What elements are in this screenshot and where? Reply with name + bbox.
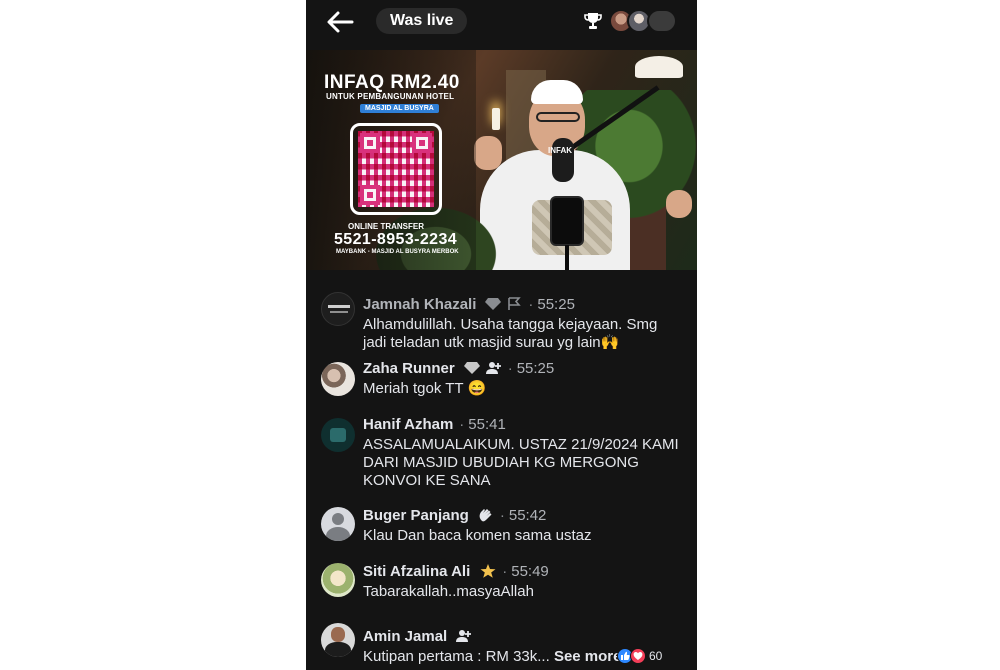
commenter-avatar[interactable] xyxy=(321,507,355,541)
comment-line: Meriah tgok TT 😄 xyxy=(363,380,487,397)
commenter-avatar[interactable] xyxy=(321,418,355,452)
comment-time: 55:25 xyxy=(516,359,555,377)
follower-badge-icon xyxy=(456,630,472,642)
commenter-name[interactable]: Jamnah Khazali xyxy=(363,296,476,313)
separator-dot: · xyxy=(499,506,505,524)
viewer-avatars[interactable] xyxy=(609,9,681,35)
speaker-hand xyxy=(474,136,502,170)
comment-line: ASSALAMUALAIKUM. USTAZ 21/9/2024 KAMI xyxy=(363,436,679,453)
commenter-avatar[interactable] xyxy=(321,563,355,597)
separator-dot: · xyxy=(459,415,465,433)
commenter-avatar[interactable] xyxy=(321,623,355,657)
infaq-subtitle: UNTUK PEMBANGUNAN HOTEL xyxy=(326,92,455,101)
was-live-label: Was live xyxy=(376,8,468,34)
commenter-name[interactable]: Siti Afzalina Ali xyxy=(363,563,470,580)
diamond-badge-icon xyxy=(485,298,502,310)
speaker-hand xyxy=(666,190,692,218)
separator-dot: · xyxy=(502,562,508,580)
recording-phone xyxy=(550,196,584,246)
comment-line: Tabarakallah..masyaAllah xyxy=(363,583,534,600)
commenter-name[interactable]: Amin Jamal xyxy=(363,628,447,645)
comment-line: Kutipan pertama : RM 33k... xyxy=(363,648,550,665)
comment-header: Amin Jamal xyxy=(363,626,472,646)
live-video-screen: Was live INFAK INFAQ RM2.40 UNTUK PEMBAN… xyxy=(306,0,697,670)
comment-line: KONVOI KE SANA xyxy=(363,472,491,489)
comment-header: Hanif Azham · 55:41 xyxy=(363,414,506,434)
comment-text: Klau Dan baca komen sama ustaz xyxy=(363,527,683,545)
account-number: 5521-8953-2234 xyxy=(334,231,458,248)
see-more-link[interactable]: See more xyxy=(554,648,622,665)
transfer-label: ONLINE TRANSFER xyxy=(348,222,424,231)
comment-text: ASSALAMUALAIKUM. USTAZ 21/9/2024 KAMI DA… xyxy=(363,436,683,490)
commenter-avatar[interactable] xyxy=(321,362,355,396)
comment-header: Siti Afzalina Ali · 55:49 xyxy=(363,561,549,581)
comment-time: 55:25 xyxy=(537,295,575,313)
microphone xyxy=(552,138,574,182)
comment-time: 55:49 xyxy=(511,562,549,580)
commenter-name[interactable]: Zaha Runner xyxy=(363,360,455,377)
comment-line: Alhamdulillah. Usaha tangga kejayaan. Sm… xyxy=(363,316,658,333)
separator-dot: · xyxy=(528,295,534,313)
qr-finder xyxy=(360,185,380,205)
video-lamp xyxy=(635,56,683,78)
commenter-name[interactable]: Hanif Azham xyxy=(363,416,453,433)
flag-badge-icon xyxy=(508,297,522,310)
phone-stand xyxy=(565,245,569,270)
top-bar: Was live xyxy=(306,0,697,46)
live-video-player[interactable]: INFAK INFAQ RM2.40 UNTUK PEMBANGUNAN HOT… xyxy=(306,50,697,270)
speaker-cap xyxy=(531,80,583,104)
comment-text: Meriah tgok TT 😄 xyxy=(363,380,683,398)
commenter-name[interactable]: Buger Panjang xyxy=(363,507,469,524)
comment-line: DARI MASJID UBUDIAH KG MERGONG xyxy=(363,454,639,471)
comment-header: Buger Panjang · 55:42 xyxy=(363,505,546,525)
bank-line: MAYBANK - MASJID AL BUSYRA MERBOK xyxy=(336,249,459,255)
comment-header: Zaha Runner · 55:25 xyxy=(363,358,554,378)
comment-text: Tabarakallah..masyaAllah xyxy=(363,583,683,601)
mic-label: INFAK xyxy=(548,146,572,155)
comment-time: 55:41 xyxy=(468,415,506,433)
star-badge-icon xyxy=(480,564,496,578)
separator-dot: · xyxy=(507,359,513,377)
trophy-icon[interactable] xyxy=(583,11,603,31)
qr-finder xyxy=(360,133,380,153)
video-candle xyxy=(492,108,500,130)
comment-text: Alhamdulillah. Usaha tangga kejayaan. Sm… xyxy=(363,316,683,352)
viewer-avatar xyxy=(647,9,677,33)
clap-badge-icon xyxy=(479,509,492,522)
love-reaction-icon xyxy=(630,648,646,664)
diamond-badge-icon xyxy=(463,362,480,374)
speaker-glasses xyxy=(536,112,580,122)
reaction-count: 60 xyxy=(649,649,663,663)
follower-badge-icon xyxy=(485,362,501,374)
comment-line: jadi teladan utk masjid surau yg lain🙌 xyxy=(363,334,620,351)
comment-time: 55:42 xyxy=(508,506,547,524)
commenter-avatar[interactable] xyxy=(321,292,355,326)
infaq-title: INFAQ RM2.40 xyxy=(324,72,460,93)
comment-line: Klau Dan baca komen sama ustaz xyxy=(363,527,592,544)
comment-header: Jamnah Khazali · 55:25 xyxy=(363,294,575,314)
reaction-summary[interactable]: 60 xyxy=(617,648,662,664)
back-arrow-icon[interactable] xyxy=(324,8,356,36)
qr-finder xyxy=(412,133,432,153)
mosque-badge: MASJID AL BUSYRA xyxy=(360,104,439,113)
